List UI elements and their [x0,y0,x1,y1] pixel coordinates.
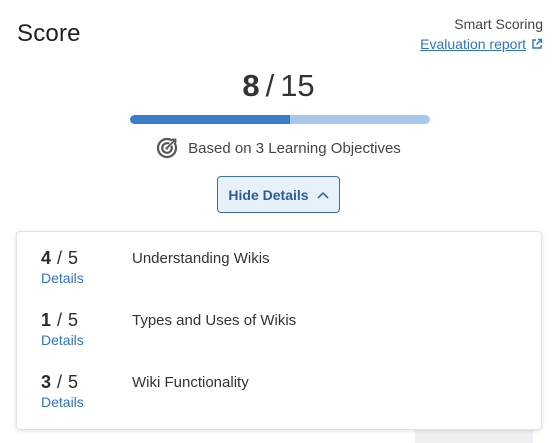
target-icon [157,137,178,159]
objective-score-total: 5 [68,248,79,268]
objective-row: 1/5 Details Types and Uses of Wikis [41,310,296,348]
background-decoration [415,428,533,443]
objective-details-link[interactable]: Details [41,270,84,286]
evaluation-report-label: Evaluation report [420,36,526,52]
objective-score-separator: / [57,310,63,330]
score-progress-bar [130,115,430,124]
objective-score-total: 5 [68,310,79,330]
hide-details-label: Hide Details [228,186,309,203]
score-total: 15 [280,68,315,103]
external-link-icon [532,38,543,49]
page-title: Score [17,20,81,47]
objective-score: 4/5 [41,248,84,269]
score-progress-fill [130,115,290,124]
objective-score-separator: / [57,248,63,268]
objective-details-link[interactable]: Details [41,332,84,348]
objectives-summary: Based on 3 Learning Objectives [0,137,557,159]
score-separator: / [265,68,275,103]
smart-scoring-label: Smart Scoring [454,16,543,32]
score-page: Score Smart Scoring Evaluation report 8/… [0,0,557,443]
objective-label: Types and Uses of Wikis [132,312,297,329]
objective-score-separator: / [57,372,63,392]
score-obtained: 8 [242,68,260,103]
objective-label: Understanding Wikis [132,250,270,267]
objective-score-total: 5 [68,372,79,392]
evaluation-report-link[interactable]: Evaluation report [420,36,543,52]
objective-score-obtained: 1 [41,310,52,330]
objective-score: 3/5 [41,372,84,393]
hide-details-button[interactable]: Hide Details [217,176,340,213]
objective-row: 4/5 Details Understanding Wikis [41,248,270,286]
objective-row: 3/5 Details Wiki Functionality [41,372,249,410]
objectives-text: Based on 3 Learning Objectives [188,139,401,157]
objective-details-link[interactable]: Details [41,394,84,410]
total-score: 8/15 [0,68,557,104]
chevron-up-icon [317,191,329,199]
objective-score-obtained: 4 [41,248,52,268]
objective-label: Wiki Functionality [132,374,249,391]
objectives-card: 4/5 Details Understanding Wikis 1/5 Deta… [16,231,542,430]
objective-score: 1/5 [41,310,84,331]
objective-score-obtained: 3 [41,372,52,392]
